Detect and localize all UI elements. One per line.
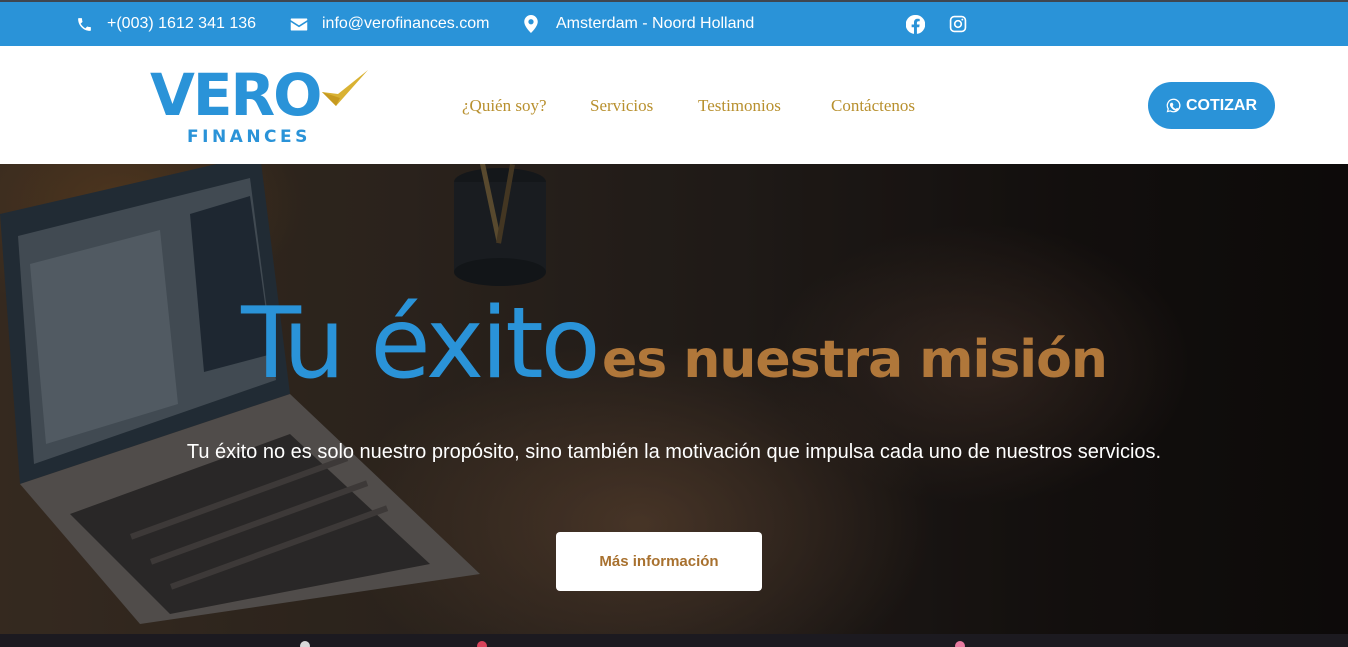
mas-informacion-button[interactable]: Más información (556, 532, 762, 591)
map-pin-icon (524, 15, 538, 33)
location-contact: Amsterdam - Noord Holland (524, 14, 754, 34)
facebook-link[interactable] (906, 15, 925, 34)
phone-number: +(003) 1612 341 136 (107, 15, 257, 32)
top-info-bar: +(003) 1612 341 136 info@verofinances.co… (0, 0, 1348, 46)
cotizar-label: COTIZAR (1185, 96, 1258, 114)
instagram-icon (949, 15, 967, 33)
location-text: Amsterdam - Noord Holland (556, 15, 755, 32)
section-icon-edge (300, 641, 310, 647)
whatsapp-icon (1166, 98, 1181, 113)
site-header: VERO FINANCES ¿Quién soy? Servicios Test… (0, 46, 1348, 164)
instagram-link[interactable] (949, 15, 967, 33)
hero-headline: Tu éxito es nuestra misión (0, 284, 1348, 433)
email-address: info@verofinances.com (322, 15, 490, 32)
section-icon-edge (477, 641, 487, 647)
section-icon-edge (955, 641, 965, 647)
facebook-icon (906, 15, 925, 34)
hero-section: Tu éxito es nuestra misión Tu éxito no e… (0, 164, 1348, 634)
hero-subtitle: Tu éxito no es solo nuestro propósito, s… (186, 441, 1162, 463)
phone-contact[interactable]: +(003) 1612 341 136 (76, 14, 256, 34)
logo-subtitle: FINANCES (187, 127, 311, 147)
headline-secondary: es nuestra misión (602, 330, 1108, 390)
email-contact[interactable]: info@verofinances.com (290, 14, 489, 34)
nav-item-servicios[interactable]: Servicios (590, 96, 653, 116)
logo-wordmark: VERO (150, 61, 322, 129)
nav-item-quien-soy[interactable]: ¿Quién soy? (462, 96, 547, 116)
nav-item-contactenos[interactable]: Contáctenos (831, 96, 915, 116)
next-section-edge (0, 634, 1348, 647)
phone-icon (78, 17, 91, 31)
vero-finances-logo[interactable]: VERO FINANCES (150, 66, 370, 150)
headline-primary: Tu éxito (241, 287, 600, 401)
checkmark-icon (322, 70, 368, 106)
cotizar-button[interactable]: COTIZAR (1148, 82, 1275, 129)
envelope-icon (290, 18, 308, 30)
nav-item-testimonios[interactable]: Testimonios (698, 96, 781, 116)
